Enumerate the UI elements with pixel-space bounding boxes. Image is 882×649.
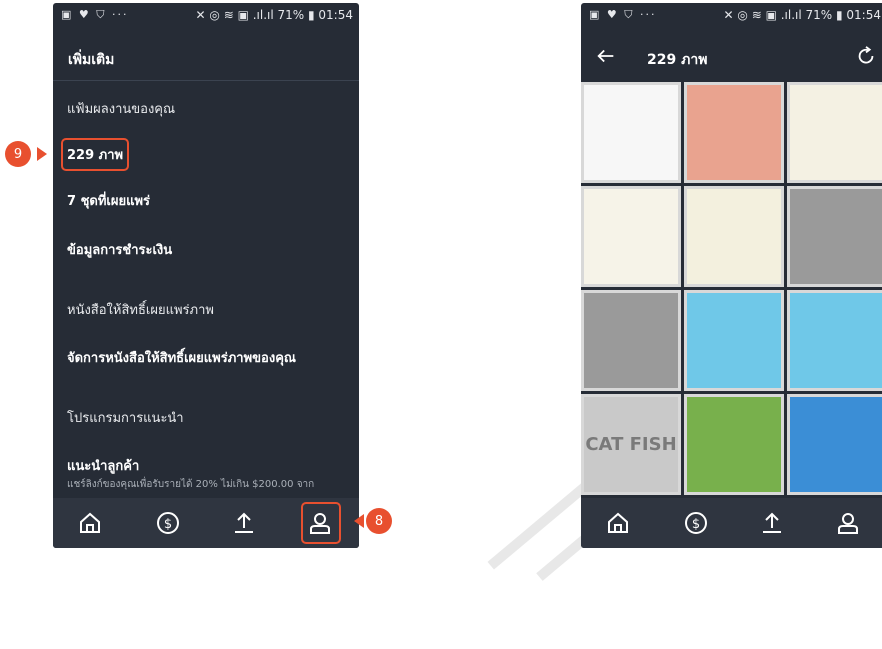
referral-description: แชร์ลิงก์ของคุณเพื่อรับรายได้ 20% ไม่เกิ…	[67, 479, 315, 490]
thumbnail[interactable]	[581, 82, 681, 183]
thumbnail[interactable]	[787, 186, 882, 287]
header: เพิ่มเติม	[53, 27, 359, 79]
thumbnail[interactable]: CAT FISH	[581, 394, 681, 495]
thumbnail[interactable]	[787, 290, 882, 391]
upload-icon[interactable]	[229, 508, 259, 538]
thumbnail[interactable]	[684, 394, 784, 495]
bottom-nav: $	[581, 498, 882, 548]
back-arrow-icon[interactable]	[595, 45, 617, 67]
profile-icon[interactable]	[833, 508, 863, 538]
divider	[53, 80, 359, 81]
model-release-label: หนังสือให้สิทธิ์เผยแพร่ภาพ	[67, 303, 214, 318]
home-icon[interactable]	[603, 508, 633, 538]
status-left: ▣ ♥ ⛉ ···	[589, 8, 657, 21]
payment-info-link[interactable]: ข้อมูลการชำระเงิน	[67, 239, 172, 260]
callout-arrow-8	[354, 514, 364, 528]
referral-program-label: โปรแกรมการแนะนำ	[67, 411, 184, 426]
thumbnail[interactable]	[684, 290, 784, 391]
images-count-link[interactable]: 229 ภาพ	[61, 138, 130, 171]
upload-icon[interactable]	[757, 508, 787, 538]
thumbnail[interactable]	[787, 82, 882, 183]
thumbnail[interactable]	[684, 186, 784, 287]
more-screen: ▣ ♥ ⛉ ··· ✕ ◎ ≋ ▣ .ıl.ıl 71% ▮ 01:54 เพิ…	[53, 3, 359, 548]
page-title: 229 ภาพ	[647, 52, 708, 68]
earnings-icon[interactable]: $	[153, 508, 183, 538]
profile-icon[interactable]	[305, 508, 335, 538]
thumbnail[interactable]	[581, 290, 681, 391]
status-bar: ▣ ♥ ⛉ ··· ✕ ◎ ≋ ▣ .ıl.ıl 71% ▮ 01:54	[581, 3, 882, 27]
thumbnail[interactable]	[787, 394, 882, 495]
thumbnail[interactable]	[684, 82, 784, 183]
manage-releases-link[interactable]: จัดการหนังสือให้สิทธิ์เผยแพร่ภาพของคุณ	[67, 347, 296, 368]
svg-text:$: $	[692, 517, 700, 532]
callout-badge-8: 8	[366, 508, 392, 534]
images-screen: ▣ ♥ ⛉ ··· ✕ ◎ ≋ ▣ .ıl.ıl 71% ▮ 01:54 229…	[581, 3, 882, 548]
bottom-nav: $	[53, 498, 359, 548]
header: 229 ภาพ	[581, 27, 882, 79]
status-right: ✕ ◎ ≋ ▣ .ıl.ıl 71% ▮ 01:54	[723, 8, 881, 22]
status-bar: ▣ ♥ ⛉ ··· ✕ ◎ ≋ ▣ .ıl.ıl 71% ▮ 01:54	[53, 3, 359, 27]
home-icon[interactable]	[75, 508, 105, 538]
callout-arrow-9	[37, 147, 47, 161]
refresh-icon[interactable]	[855, 45, 877, 67]
thumbnail-grid: CAT FISH	[581, 82, 882, 495]
page-title: เพิ่มเติม	[68, 52, 115, 68]
earnings-icon[interactable]: $	[681, 508, 711, 538]
status-right: ✕ ◎ ≋ ▣ .ıl.ıl 71% ▮ 01:54	[195, 8, 353, 22]
svg-text:$: $	[164, 517, 172, 532]
portfolio-label: แฟ้มผลงานของคุณ	[67, 102, 176, 117]
status-left: ▣ ♥ ⛉ ···	[61, 8, 129, 21]
published-sets-link[interactable]: 7 ชุดที่เผยแพร่	[67, 190, 150, 211]
thumbnail[interactable]	[581, 186, 681, 287]
callout-badge-9: 9	[5, 141, 31, 167]
refer-customer-link[interactable]: แนะนำลูกค้า	[67, 455, 139, 476]
